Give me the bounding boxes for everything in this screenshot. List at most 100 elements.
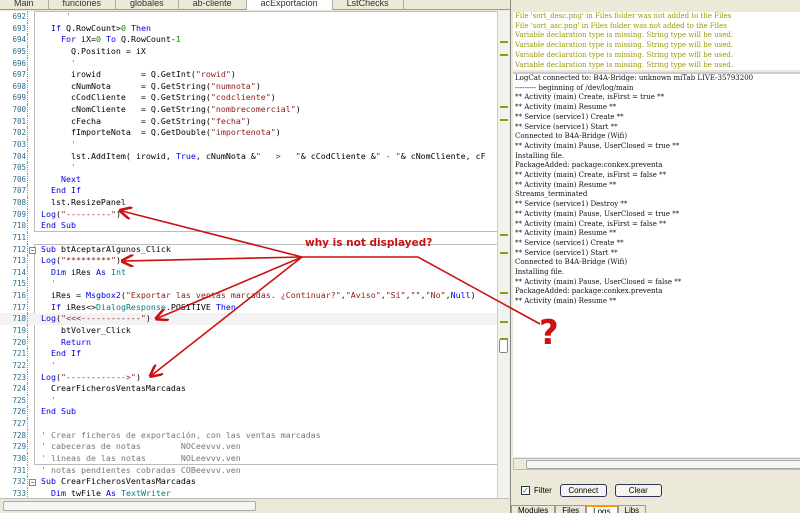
tab-libs[interactable]: Libs <box>617 505 647 513</box>
tab-main[interactable]: Main <box>0 0 49 10</box>
code-line[interactable]: 718 Log("<<<------------") <box>0 313 497 325</box>
log-line: ** Service (service1) Start ** <box>515 122 618 131</box>
code-line[interactable]: 726 End Sub <box>0 406 497 419</box>
code-line[interactable]: 698 cNumNota = Q.GetString("numnota") <box>0 80 497 93</box>
code-line[interactable]: 716 iRes = Msgbox2("Exportar las ventas … <box>0 290 497 302</box>
code-line[interactable]: 719 btVolver_Click <box>0 325 497 337</box>
filter-checkbox[interactable]: ✓ <box>521 486 530 495</box>
code-editor[interactable]: 692 ' 693 If Q.RowCount>0 Then 694 For iX=… <box>0 11 497 498</box>
code-line[interactable]: 706 Next <box>0 173 497 186</box>
code-text: cNomCliente = Q.GetString("nombrecomerci… <box>36 104 301 116</box>
code-line[interactable]: 708 lst.ResizePanel <box>0 197 497 209</box>
code-line[interactable]: 704 lst.AddItem( irowid, True, cNumNota … <box>0 150 497 163</box>
editor-horizontal-scrollbar[interactable] <box>0 498 509 513</box>
code-token: iRes<> <box>61 301 96 312</box>
code-line[interactable]: 732− Sub CrearFicherosVentasMarcadas <box>0 476 497 488</box>
log-line: PackageAdded: package:conkex.preventa <box>515 287 663 296</box>
scroll-thumb[interactable] <box>3 501 256 511</box>
code-line[interactable]: 694 For iX=0 To Q.RowCount-1 <box>0 34 497 46</box>
code-token: ) <box>135 371 141 382</box>
code-line[interactable]: 709 Log("---------") <box>0 208 497 221</box>
code-line[interactable]: 725 ' <box>0 394 497 407</box>
code-token: Msgbox2 <box>85 290 121 301</box>
code-token: As <box>95 266 106 277</box>
code-text: btVolver_Click <box>36 325 131 337</box>
code-line[interactable]: 720 Return <box>0 336 497 349</box>
tab-logs[interactable]: Logs <box>586 505 618 513</box>
code-line[interactable]: 733 Dim twFile As TextWriter <box>0 487 497 498</box>
tab-globales[interactable]: globales <box>116 0 179 10</box>
code-token: ) <box>270 92 276 103</box>
code-line[interactable]: 727 <box>0 418 497 430</box>
tab-modules[interactable]: Modules <box>511 505 556 513</box>
code-line[interactable]: 713 Log("*********") <box>0 255 497 267</box>
log-line: Installing file. <box>515 268 565 277</box>
code-line[interactable]: 692 ' <box>0 11 497 23</box>
code-line[interactable]: 703 ' <box>0 138 497 151</box>
code-line[interactable]: 715 ' <box>0 278 497 291</box>
code-line[interactable]: 701 cFecha = Q.GetString("fecha") <box>0 115 497 128</box>
code-token: End If <box>51 348 81 359</box>
code-line[interactable]: 729 ' cabeceras de notas NOCeevvv.ven <box>0 441 497 453</box>
fold-toggle-icon[interactable]: − <box>29 479 36 487</box>
code-line[interactable]: 714 Dim iRes As Int <box>0 266 497 279</box>
tab-ab-cliente[interactable]: ab-cliente <box>179 0 247 10</box>
code-token: fImporteNota = Q.GetDouble( <box>36 127 211 138</box>
code-line[interactable]: 717 If iRes<>DialogResponse.POSITIVE The… <box>0 301 497 314</box>
code-line[interactable]: 697 irowid = Q.GetInt("rowid") <box>0 69 497 81</box>
line-number: 731 <box>12 465 26 475</box>
line-number: 716 <box>12 291 26 301</box>
code-line[interactable]: 728 ' Crear ficheros de exportación, con… <box>0 429 497 442</box>
code-token: & cCodCliente & <box>300 150 376 161</box>
connect-button[interactable]: Connect <box>559 484 607 497</box>
log-line: ** Activity (main) Resume ** <box>515 103 617 112</box>
code-token: Log <box>41 208 56 219</box>
scroll-thumb[interactable] <box>499 339 508 353</box>
code-line[interactable]: 731 ' notas pendientes cobradas COBeevvv… <box>0 464 497 477</box>
code-line[interactable]: 696 ' <box>0 57 497 70</box>
tab-acexportacion[interactable]: acExportacion <box>246 0 333 10</box>
code-token: , cNumNota & <box>195 150 256 161</box>
bottom-tabs: Modules Files Logs Libs <box>511 505 647 513</box>
code-line[interactable]: 722 ' <box>0 359 497 372</box>
code-token: CrearFicherosVentasMarcadas <box>56 476 196 487</box>
code-line[interactable]: 699 cCodCliente = Q.GetString("codclient… <box>0 92 497 105</box>
code-text: ' <box>36 162 76 174</box>
log-horizontal-scrollbar[interactable] <box>513 458 800 470</box>
code-line[interactable]: 723 Log("------------>") <box>0 371 497 384</box>
code-text: cNumNota = Q.GetString("numnota") <box>36 81 261 93</box>
code-token: ' <box>36 278 56 289</box>
code-token: ) <box>230 69 236 80</box>
code-token: ' <box>36 138 76 149</box>
code-text: Next <box>36 174 81 186</box>
editor-vertical-scrollbar[interactable] <box>497 11 509 498</box>
fold-toggle-icon[interactable]: − <box>29 246 36 254</box>
code-line[interactable]: 707 End If <box>0 185 497 198</box>
code-line[interactable]: 702 fImporteNota = Q.GetDouble("importen… <box>0 127 497 139</box>
code-token: iX= <box>75 34 96 45</box>
line-number: 714 <box>12 267 26 277</box>
code-line[interactable]: 693 If Q.RowCount>0 Then <box>0 22 497 35</box>
code-token: lst.AddItem( irowid, <box>36 150 176 161</box>
code-token: ) <box>295 104 301 115</box>
tab-funciones[interactable]: funciones <box>49 0 117 10</box>
log-line: ** Service (service1) Start ** <box>515 248 618 257</box>
clear-button[interactable]: Clear <box>614 484 662 497</box>
code-line[interactable]: 721 End If <box>0 348 497 360</box>
code-token: Q.RowCount- <box>115 34 176 45</box>
code-line[interactable]: 695 Q.Position = iX <box>0 45 497 58</box>
tab-lstchecks[interactable]: LstChecks <box>333 0 404 10</box>
code-text: ' notas pendientes cobradas COBeevvv.ven <box>36 465 241 477</box>
code-text: Return <box>36 337 91 349</box>
line-number: 710 <box>12 221 26 231</box>
code-token: "*********" <box>61 255 116 266</box>
scroll-thumb[interactable] <box>526 460 800 469</box>
code-line[interactable]: 705 ' <box>0 162 497 174</box>
tab-files[interactable]: Files <box>555 505 587 513</box>
code-token: End Sub <box>41 220 76 231</box>
code-line[interactable]: 730 ' lineas de las notas NOLeevvv.ven <box>0 452 497 465</box>
line-number: 732 <box>12 477 26 487</box>
code-line[interactable]: 710 End Sub <box>0 220 497 232</box>
code-line[interactable]: 700 cNomCliente = Q.GetString("nombrecom… <box>0 104 497 116</box>
code-line[interactable]: 724 CrearFicherosVentasMarcadas <box>0 383 497 395</box>
